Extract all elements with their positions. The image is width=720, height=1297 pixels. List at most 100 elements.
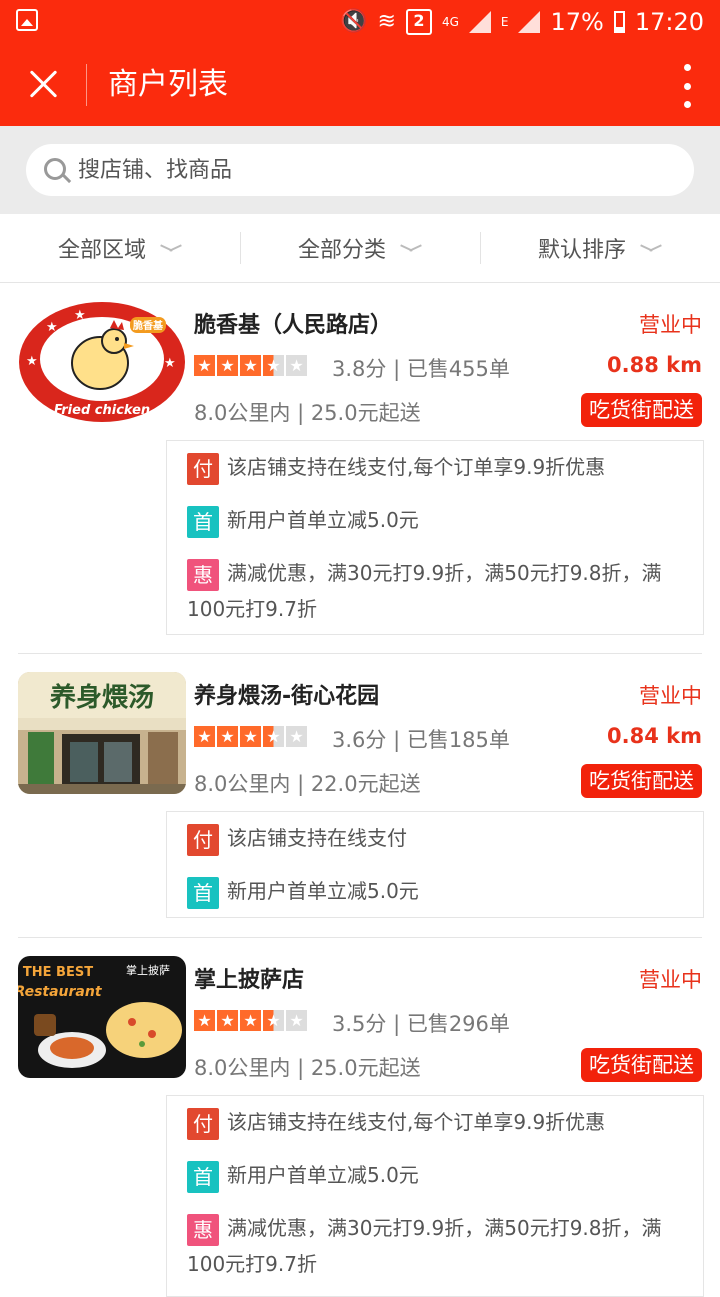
store-name[interactable]: 脆香基（人民路店） bbox=[194, 307, 392, 339]
search-icon bbox=[44, 158, 66, 180]
chevron-down-icon bbox=[400, 245, 422, 255]
promo-list: 付该店铺支持在线支付 首新用户首单立减5.0元 bbox=[166, 811, 704, 918]
delivery-range: 8.0公里内 | 22.0元起送 bbox=[194, 772, 421, 796]
promo-item: 惠满减优惠，满30元打9.9折，满50元打9.8折，满100元打9.7折 bbox=[187, 1210, 685, 1282]
pay-tag: 付 bbox=[187, 1107, 219, 1140]
filter-category-label: 全部分类 bbox=[297, 238, 386, 263]
signal-icon bbox=[468, 11, 491, 33]
store-card[interactable]: 养身煨汤 养身煨汤-街心花园 营业中 ★ ★ ★ ★ ★ 3.6分 | 已售185单 0… bbox=[0, 654, 720, 938]
more-menu-icon[interactable] bbox=[682, 64, 692, 108]
search-box[interactable] bbox=[26, 144, 694, 196]
search-bar bbox=[0, 126, 720, 214]
rating-stars: ★ ★ ★ ★ ★ bbox=[194, 1010, 307, 1031]
filter-area[interactable]: 全部区域 bbox=[0, 214, 240, 282]
promo-list: 付该店铺支持在线支付,每个订单享9.9折优惠 首新用户首单立减5.0元 惠满减优… bbox=[166, 440, 704, 635]
promo-item: 付该店铺支持在线支付 bbox=[187, 820, 685, 856]
network-e: E bbox=[500, 15, 509, 29]
filter-category[interactable]: 全部分类 bbox=[240, 214, 480, 282]
search-input[interactable] bbox=[78, 144, 658, 196]
store-distance: 0.88 km bbox=[607, 353, 702, 377]
title-bar: 商户列表 bbox=[0, 44, 720, 126]
svg-text:★: ★ bbox=[46, 320, 58, 335]
promo-text: 满减优惠，满30元打9.9折，满50元打9.8折，满100元打9.7折 bbox=[187, 561, 662, 621]
network-4g: 4G bbox=[441, 15, 459, 29]
star-icon: ★ bbox=[240, 1010, 261, 1031]
star-icon: ★ bbox=[217, 1010, 238, 1031]
pay-tag: 付 bbox=[187, 452, 219, 485]
promo-item: 首新用户首单立减5.0元 bbox=[187, 502, 685, 538]
clock: 17:20 bbox=[634, 8, 704, 36]
star-icon: ★ bbox=[240, 726, 261, 747]
store-status: 营业中 bbox=[639, 684, 702, 708]
star-icon: ★ bbox=[194, 355, 215, 376]
filter-sort[interactable]: 默认排序 bbox=[480, 214, 720, 282]
promo-text: 该店铺支持在线支付 bbox=[227, 826, 407, 850]
store-status: 营业中 bbox=[639, 968, 702, 992]
star-icon: ★ bbox=[217, 355, 238, 376]
mute-icon: 🔇 bbox=[340, 9, 368, 34]
svg-text:★: ★ bbox=[164, 356, 176, 371]
logo-name-text: 脆香基 bbox=[132, 319, 164, 332]
promo-text: 新用户首单立减5.0元 bbox=[227, 1163, 419, 1187]
star-empty-icon: ★ bbox=[286, 355, 307, 376]
poster-line1: THE BEST bbox=[23, 965, 93, 980]
first-order-tag: 首 bbox=[187, 876, 219, 909]
poster-line3: 掌上披萨 bbox=[126, 963, 170, 977]
promo-text: 该店铺支持在线支付,每个订单享9.9折优惠 bbox=[227, 1110, 606, 1134]
star-half-icon: ★ bbox=[263, 355, 284, 376]
svg-text:★: ★ bbox=[74, 308, 86, 323]
delivery-range: 8.0公里内 | 25.0元起送 bbox=[194, 1056, 421, 1080]
logo-sub-text: Fried chicken bbox=[54, 403, 150, 418]
promo-item: 首新用户首单立减5.0元 bbox=[187, 873, 685, 909]
delivery-badge: 吃货街配送 bbox=[581, 1048, 702, 1082]
promo-item: 付该店铺支持在线支付,每个订单享9.9折优惠 bbox=[187, 449, 685, 485]
chevron-down-icon bbox=[640, 245, 662, 255]
chevron-down-icon bbox=[160, 245, 182, 255]
filter-area-label: 全部区域 bbox=[57, 238, 146, 263]
wifi-icon: ≋ bbox=[377, 9, 396, 34]
star-icon: ★ bbox=[217, 726, 238, 747]
signal-icon-2 bbox=[518, 11, 541, 33]
store-photo: 养身煨汤 bbox=[18, 672, 186, 794]
first-order-tag: 首 bbox=[187, 1160, 219, 1193]
rating-text: 3.6分 | 已售185单 bbox=[332, 728, 510, 752]
promo-list: 付该店铺支持在线支付,每个订单享9.9折优惠 首新用户首单立减5.0元 惠满减优… bbox=[166, 1095, 704, 1297]
filter-sort-label: 默认排序 bbox=[537, 238, 626, 263]
poster-line2: Restaurant bbox=[18, 984, 103, 1000]
first-order-tag: 首 bbox=[187, 505, 219, 538]
status-bar: 🔇 ≋ 2 4G E 17% 17:20 bbox=[0, 0, 720, 44]
shop-sign-text: 养身煨汤 bbox=[49, 682, 154, 713]
store-distance: 0.84 km bbox=[607, 724, 702, 748]
store-card[interactable]: 脆香基 Fried chicken ★ ★ ★ ★ 脆香基（人民路店） 营业中 … bbox=[0, 283, 720, 654]
promo-item: 付该店铺支持在线支付,每个订单享9.9折优惠 bbox=[187, 1104, 685, 1140]
store-name[interactable]: 掌上披萨店 bbox=[194, 962, 304, 994]
close-icon[interactable] bbox=[22, 62, 66, 106]
filter-bar: 全部区域 全部分类 默认排序 bbox=[0, 214, 720, 283]
star-half-icon: ★ bbox=[263, 726, 284, 747]
battery-percent: 17% bbox=[550, 8, 604, 36]
store-name[interactable]: 养身煨汤-街心花园 bbox=[194, 678, 379, 710]
star-empty-icon: ★ bbox=[286, 726, 307, 747]
delivery-range: 8.0公里内 | 25.0元起送 bbox=[194, 401, 421, 425]
star-icon: ★ bbox=[194, 1010, 215, 1031]
image-icon bbox=[16, 9, 38, 31]
discount-tag: 惠 bbox=[187, 1213, 219, 1246]
promo-item: 惠满减优惠，满30元打9.9折，满50元打9.8折，满100元打9.7折 bbox=[187, 555, 685, 627]
store-card[interactable]: THE BEST Restaurant 掌上披萨 掌上披萨店 营业中 ★ ★ ★ ★ ★… bbox=[0, 938, 720, 1297]
rating-stars: ★ ★ ★ ★ ★ bbox=[194, 726, 307, 747]
star-empty-icon: ★ bbox=[286, 1010, 307, 1031]
battery-icon bbox=[613, 11, 625, 33]
promo-text: 该店铺支持在线支付,每个订单享9.9折优惠 bbox=[227, 455, 606, 479]
star-half-icon: ★ bbox=[263, 1010, 284, 1031]
promo-text: 新用户首单立减5.0元 bbox=[227, 879, 419, 903]
star-icon: ★ bbox=[240, 355, 261, 376]
star-icon: ★ bbox=[194, 726, 215, 747]
delivery-badge: 吃货街配送 bbox=[581, 764, 702, 798]
sim-badge: 2 bbox=[405, 9, 432, 35]
store-photo: THE BEST Restaurant 掌上披萨 bbox=[18, 956, 186, 1078]
delivery-badge: 吃货街配送 bbox=[581, 393, 702, 427]
rating-text: 3.5分 | 已售296单 bbox=[332, 1012, 510, 1036]
svg-text:★: ★ bbox=[26, 354, 38, 369]
promo-text: 满减优惠，满30元打9.9折，满50元打9.8折，满100元打9.7折 bbox=[187, 1216, 662, 1276]
page-title: 商户列表 bbox=[108, 67, 228, 102]
